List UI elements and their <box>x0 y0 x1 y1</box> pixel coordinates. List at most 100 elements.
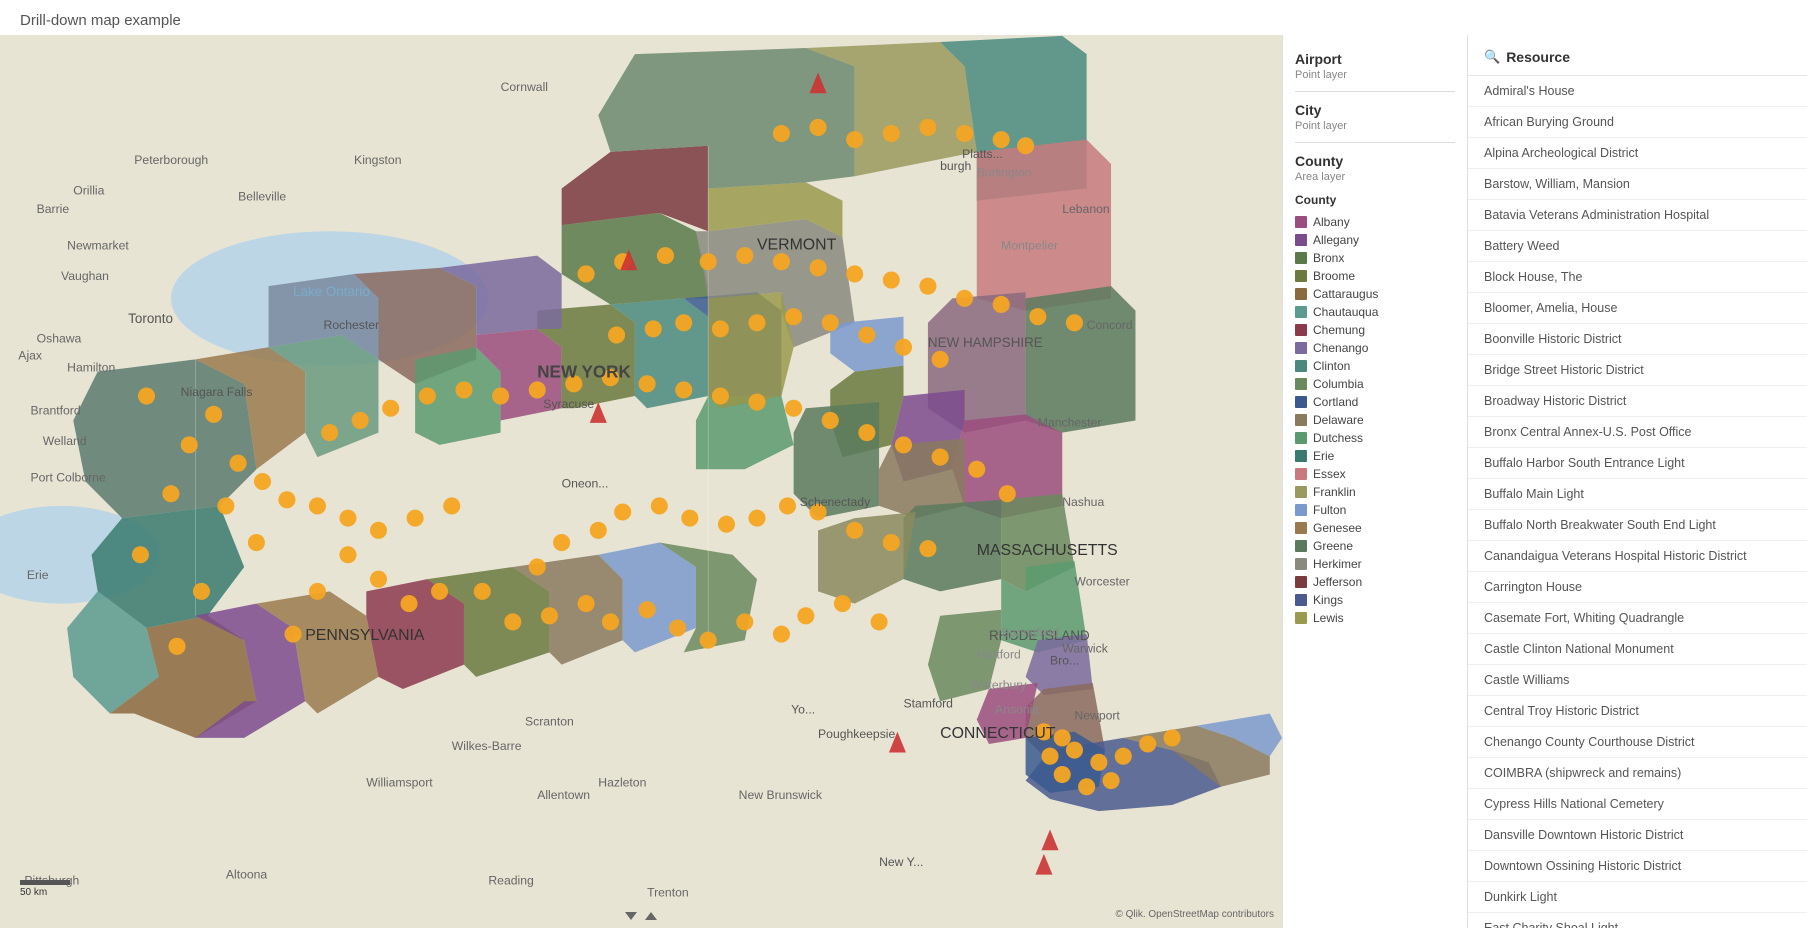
county-item[interactable]: Chemung <box>1295 321 1455 339</box>
county-item[interactable]: Fulton <box>1295 501 1455 519</box>
svg-text:Brantford: Brantford <box>31 403 81 417</box>
county-item[interactable]: Delaware <box>1295 411 1455 429</box>
county-item[interactable]: Dutchess <box>1295 429 1455 447</box>
resource-panel[interactable]: 🔍 Resource Admiral's HouseAfrican Buryin… <box>1467 35 1807 928</box>
county-item[interactable]: Cattaraugus <box>1295 285 1455 303</box>
resource-list-item[interactable]: Castle Clinton National Monument <box>1468 634 1807 665</box>
resource-list-item[interactable]: Cypress Hills National Cemetery <box>1468 789 1807 820</box>
county-color-swatch <box>1295 270 1307 282</box>
svg-text:Toronto: Toronto <box>128 311 173 326</box>
county-item[interactable]: Clinton <box>1295 357 1455 375</box>
county-color-swatch <box>1295 594 1307 606</box>
page-title: Drill-down map example <box>0 0 1807 35</box>
resource-list-item[interactable]: Batavia Veterans Administration Hospital <box>1468 200 1807 231</box>
svg-text:Nashua: Nashua <box>1062 495 1104 509</box>
legend-county-title: County <box>1295 153 1455 169</box>
resource-list-item[interactable]: Admiral's House <box>1468 76 1807 107</box>
county-name: Fulton <box>1313 503 1346 517</box>
svg-text:MASSACHUSETTS: MASSACHUSETTS <box>977 542 1118 559</box>
county-item[interactable]: Franklin <box>1295 483 1455 501</box>
resource-list-item[interactable]: Buffalo North Breakwater South End Light <box>1468 510 1807 541</box>
scroll-up-arrow[interactable] <box>645 912 657 920</box>
resource-list-item[interactable]: Casemate Fort, Whiting Quadrangle <box>1468 603 1807 634</box>
legend-airport-title: Airport <box>1295 51 1455 67</box>
resource-list-item[interactable]: African Burying Ground <box>1468 107 1807 138</box>
resource-list-item[interactable]: Barstow, William, Mansion <box>1468 169 1807 200</box>
resource-list-item[interactable]: Boonville Historic District <box>1468 324 1807 355</box>
county-item[interactable]: Chenango <box>1295 339 1455 357</box>
resource-list-item[interactable]: East Charity Shoal Light <box>1468 913 1807 928</box>
map-container[interactable]: VERMONT NEW HAMPSHIRE MASSACHUSETTS RHOD… <box>0 35 1282 928</box>
resource-list-item[interactable]: Block House, The <box>1468 262 1807 293</box>
county-item[interactable]: Essex <box>1295 465 1455 483</box>
resource-header-label: Resource <box>1506 49 1570 65</box>
county-item[interactable]: Chautauqua <box>1295 303 1455 321</box>
county-name: Chemung <box>1313 323 1365 337</box>
map-attribution: © Qlik. OpenStreetMap contributors <box>1115 909 1274 920</box>
resource-list-item[interactable]: Canandaigua Veterans Hospital Historic D… <box>1468 541 1807 572</box>
resource-list-item[interactable]: Castle Williams <box>1468 665 1807 696</box>
resource-list-item[interactable]: Bronx Central Annex-U.S. Post Office <box>1468 417 1807 448</box>
county-item[interactable]: Cortland <box>1295 393 1455 411</box>
svg-text:Syracuse: Syracuse <box>543 397 594 411</box>
county-color-swatch <box>1295 288 1307 300</box>
county-name: Franklin <box>1313 485 1356 499</box>
resource-list-item[interactable]: Carrington House <box>1468 572 1807 603</box>
resource-list-item[interactable]: Alpina Archeological District <box>1468 138 1807 169</box>
resource-list-item[interactable]: COIMBRA (shipwreck and remains) <box>1468 758 1807 789</box>
county-item[interactable]: Lewis <box>1295 609 1455 627</box>
county-color-swatch <box>1295 450 1307 462</box>
county-color-swatch <box>1295 360 1307 372</box>
county-name: Dutchess <box>1313 431 1363 445</box>
county-item[interactable]: Kings <box>1295 591 1455 609</box>
resource-list-item[interactable]: Buffalo Harbor South Entrance Light <box>1468 448 1807 479</box>
resource-list-item[interactable]: Chenango County Courthouse District <box>1468 727 1807 758</box>
county-item[interactable]: Jefferson <box>1295 573 1455 591</box>
svg-text:Newport: Newport <box>1074 709 1120 723</box>
resource-list-item[interactable]: Dansville Downtown Historic District <box>1468 820 1807 851</box>
county-list-label: County <box>1295 193 1455 207</box>
svg-text:Oneon...: Oneon... <box>562 477 609 491</box>
navigation-arrows <box>625 912 657 920</box>
resource-list-item[interactable]: Bloomer, Amelia, House <box>1468 293 1807 324</box>
county-color-swatch <box>1295 558 1307 570</box>
app: Drill-down map example <box>0 0 1807 928</box>
county-item[interactable]: Bronx <box>1295 249 1455 267</box>
county-item[interactable]: Allegany <box>1295 231 1455 249</box>
resource-list-item[interactable]: Central Troy Historic District <box>1468 696 1807 727</box>
resource-list-item[interactable]: Buffalo Main Light <box>1468 479 1807 510</box>
county-name: Kings <box>1313 593 1343 607</box>
county-item[interactable]: Erie <box>1295 447 1455 465</box>
svg-text:Rochester: Rochester <box>324 318 380 332</box>
svg-text:Concord: Concord <box>1087 318 1133 332</box>
resource-list-item[interactable]: Battery Weed <box>1468 231 1807 262</box>
county-item[interactable]: Greene <box>1295 537 1455 555</box>
county-name: Columbia <box>1313 377 1364 391</box>
resource-list-item[interactable]: Dunkirk Light <box>1468 882 1807 913</box>
svg-text:Wilkes-Barre: Wilkes-Barre <box>452 739 522 753</box>
county-name: Albany <box>1313 215 1350 229</box>
county-item[interactable]: Albany <box>1295 213 1455 231</box>
county-name: Chenango <box>1313 341 1368 355</box>
county-name: Jefferson <box>1313 575 1362 589</box>
scroll-down-arrow[interactable] <box>625 912 637 920</box>
county-item[interactable]: Herkimer <box>1295 555 1455 573</box>
county-item[interactable]: Broome <box>1295 267 1455 285</box>
svg-text:NEW HAMPSHIRE: NEW HAMPSHIRE <box>928 335 1043 350</box>
resource-list-item[interactable]: Broadway Historic District <box>1468 386 1807 417</box>
county-item[interactable]: Columbia <box>1295 375 1455 393</box>
county-color-swatch <box>1295 432 1307 444</box>
county-color-swatch <box>1295 216 1307 228</box>
resource-list-item[interactable]: Downtown Ossining Historic District <box>1468 851 1807 882</box>
svg-text:Scranton: Scranton <box>525 715 574 729</box>
county-color-swatch <box>1295 324 1307 336</box>
resource-list-item[interactable]: Bridge Street Historic District <box>1468 355 1807 386</box>
svg-text:Montpelier: Montpelier <box>1001 239 1058 253</box>
county-name: Cattaraugus <box>1313 287 1378 301</box>
county-color-swatch <box>1295 378 1307 390</box>
svg-text:Peterborough: Peterborough <box>134 153 208 167</box>
svg-text:Barrie: Barrie <box>37 202 70 216</box>
svg-text:Newmarket: Newmarket <box>67 239 129 253</box>
svg-text:Hazleton: Hazleton <box>598 776 646 790</box>
county-item[interactable]: Genesee <box>1295 519 1455 537</box>
